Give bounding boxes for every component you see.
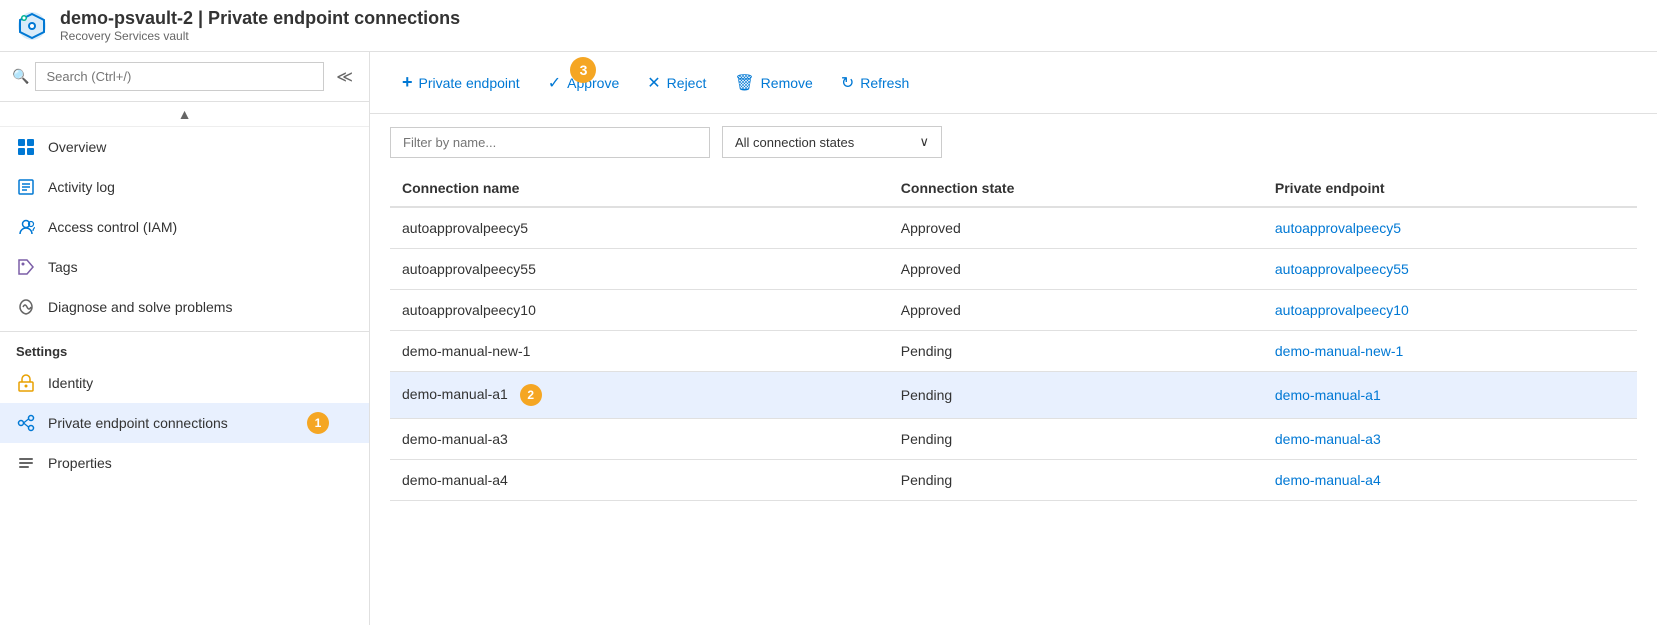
col-header-private-endpoint: Private endpoint (1263, 170, 1637, 207)
cell-private-endpoint[interactable]: autoapprovalpeecy10 (1263, 290, 1637, 331)
add-private-endpoint-button[interactable]: + Private endpoint (390, 64, 532, 101)
diagnose-label: Diagnose and solve problems (48, 299, 232, 315)
connections-table-container: Connection name Connection state Private… (370, 170, 1657, 625)
sidebar: 🔍 ≪ ▲ Overview Activity log Access contr… (0, 52, 370, 625)
sidebar-item-overview[interactable]: Overview (0, 127, 369, 167)
toolbar: + Private endpoint ✓ Approve 3 ✕ Reject … (370, 52, 1657, 114)
cell-private-endpoint[interactable]: demo-manual-a4 (1263, 460, 1637, 501)
refresh-icon: ↻ (841, 73, 854, 93)
table-row[interactable]: demo-manual-a4Pendingdemo-manual-a4 (390, 460, 1637, 501)
badge-3: 3 (570, 57, 596, 83)
table-header-row: Connection name Connection state Private… (390, 170, 1637, 207)
search-input[interactable] (35, 62, 324, 91)
cell-connection-state: Approved (889, 249, 1263, 290)
cell-connection-state: Pending (889, 460, 1263, 501)
tags-label: Tags (48, 259, 78, 275)
cell-connection-name: demo-manual-a1 2 (390, 372, 889, 419)
filter-row: All connection states ∨ (370, 114, 1657, 170)
sidebar-item-private-endpoint[interactable]: Private endpoint connections 1 (0, 403, 369, 443)
plus-icon: + (402, 72, 413, 93)
tags-icon (16, 257, 36, 277)
cell-connection-state: Pending (889, 372, 1263, 419)
content-area: + Private endpoint ✓ Approve 3 ✕ Reject … (370, 52, 1657, 625)
sidebar-item-diagnose[interactable]: Diagnose and solve problems (0, 287, 369, 327)
cell-connection-name: autoapprovalpeecy55 (390, 249, 889, 290)
page-title: demo-psvault-2 | Private endpoint connec… (60, 8, 460, 29)
remove-label: Remove (761, 75, 813, 91)
cell-connection-state: Approved (889, 290, 1263, 331)
sidebar-item-activity-log[interactable]: Activity log (0, 167, 369, 207)
cell-private-endpoint[interactable]: autoapprovalpeecy55 (1263, 249, 1637, 290)
trash-icon: 🗑 (734, 73, 754, 93)
private-endpoint-icon (16, 413, 36, 433)
sidebar-item-identity[interactable]: Identity (0, 363, 369, 403)
page-header: demo-psvault-2 | Private endpoint connec… (0, 0, 1657, 52)
table-row[interactable]: demo-manual-a1 2Pendingdemo-manual-a1 (390, 372, 1637, 419)
cell-connection-name: autoapprovalpeecy5 (390, 207, 889, 249)
overview-label: Overview (48, 139, 106, 155)
cell-private-endpoint[interactable]: demo-manual-a1 (1263, 372, 1637, 419)
diagnose-icon (16, 297, 36, 317)
x-icon: ✕ (647, 73, 660, 93)
sidebar-item-properties[interactable]: Properties (0, 443, 369, 483)
main-layout: 🔍 ≪ ▲ Overview Activity log Access contr… (0, 52, 1657, 625)
badge-1: 1 (307, 412, 329, 434)
cell-private-endpoint[interactable]: demo-manual-new-1 (1263, 331, 1637, 372)
cell-connection-state: Pending (889, 331, 1263, 372)
settings-section-label: Settings (0, 331, 369, 363)
activity-log-label: Activity log (48, 179, 115, 195)
refresh-label: Refresh (860, 75, 909, 91)
overview-icon (16, 137, 36, 157)
table-row[interactable]: autoapprovalpeecy10Approvedautoapprovalp… (390, 290, 1637, 331)
private-endpoint-label: Private endpoint connections (48, 415, 228, 431)
refresh-button[interactable]: ↻ Refresh (829, 65, 921, 101)
table-row[interactable]: demo-manual-new-1Pendingdemo-manual-new-… (390, 331, 1637, 372)
search-icon: 🔍 (12, 68, 29, 85)
reject-label: Reject (667, 75, 707, 91)
table-row[interactable]: demo-manual-a3Pendingdemo-manual-a3 (390, 419, 1637, 460)
cell-connection-state: Pending (889, 419, 1263, 460)
connections-table: Connection name Connection state Private… (390, 170, 1637, 501)
iam-icon (16, 217, 36, 237)
collapse-button[interactable]: ≪ (332, 63, 357, 91)
cell-connection-name: demo-manual-new-1 (390, 331, 889, 372)
sidebar-item-tags[interactable]: Tags (0, 247, 369, 287)
cell-connection-name: demo-manual-a4 (390, 460, 889, 501)
table-row[interactable]: autoapprovalpeecy55Approvedautoapprovalp… (390, 249, 1637, 290)
cell-connection-name: demo-manual-a3 (390, 419, 889, 460)
reject-button[interactable]: ✕ Reject (635, 65, 718, 101)
table-body: autoapprovalpeecy5Approvedautoapprovalpe… (390, 207, 1637, 501)
cell-connection-state: Approved (889, 207, 1263, 249)
header-text: demo-psvault-2 | Private endpoint connec… (60, 8, 460, 43)
search-box: 🔍 ≪ (0, 52, 369, 102)
filter-name-input[interactable] (390, 127, 710, 158)
sidebar-item-iam[interactable]: Access control (IAM) (0, 207, 369, 247)
connection-state-value: All connection states (735, 135, 854, 150)
remove-button[interactable]: 🗑 Remove (722, 65, 824, 101)
scroll-up-indicator[interactable]: ▲ (0, 102, 369, 127)
col-header-connection-state: Connection state (889, 170, 1263, 207)
chevron-down-icon: ∨ (919, 134, 929, 150)
cell-private-endpoint[interactable]: demo-manual-a3 (1263, 419, 1637, 460)
identity-label: Identity (48, 375, 93, 391)
properties-label: Properties (48, 455, 112, 471)
cell-private-endpoint[interactable]: autoapprovalpeecy5 (1263, 207, 1637, 249)
identity-icon (16, 373, 36, 393)
table-row[interactable]: autoapprovalpeecy5Approvedautoapprovalpe… (390, 207, 1637, 249)
checkmark-icon: ✓ (548, 73, 561, 93)
vault-icon (16, 10, 48, 42)
col-header-connection-name: Connection name (390, 170, 889, 207)
iam-label: Access control (IAM) (48, 219, 177, 235)
add-private-endpoint-label: Private endpoint (419, 75, 520, 91)
activity-log-icon (16, 177, 36, 197)
page-subtitle: Recovery Services vault (60, 29, 460, 43)
row-badge-4: 2 (520, 384, 542, 406)
approve-button[interactable]: ✓ Approve 3 (536, 65, 632, 101)
connection-state-dropdown[interactable]: All connection states ∨ (722, 126, 942, 158)
properties-icon (16, 453, 36, 473)
cell-connection-name: autoapprovalpeecy10 (390, 290, 889, 331)
